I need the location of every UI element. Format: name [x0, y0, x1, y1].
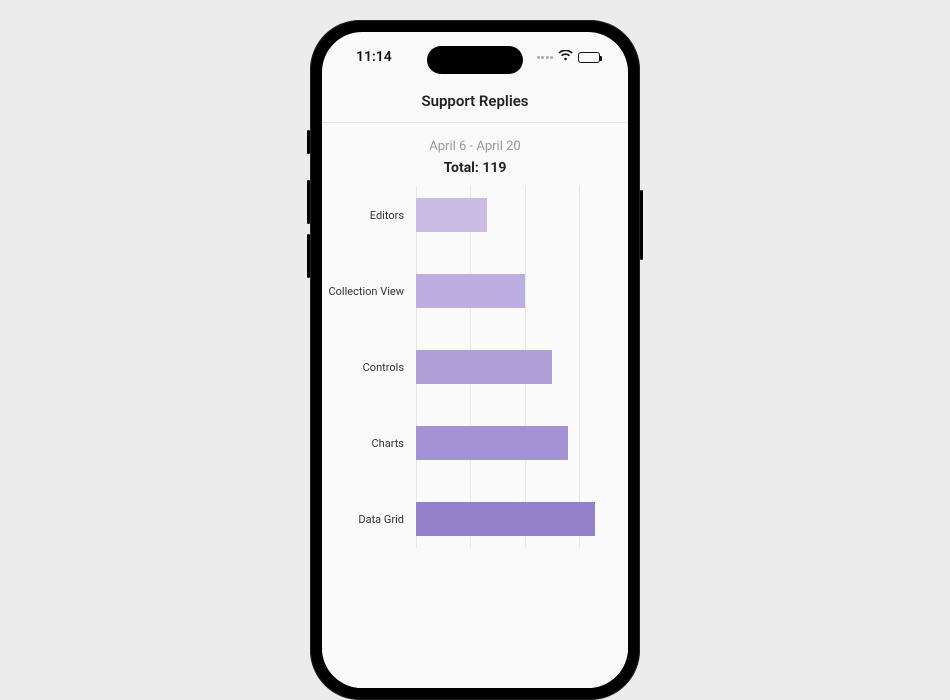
page-title: Support Replies: [322, 82, 628, 123]
chart-plot: Editors Collection View Controls Charts Data…: [416, 198, 606, 536]
chart-row: Editors: [416, 198, 606, 232]
status-time: 11:14: [356, 49, 392, 65]
phone-frame: 11:14 Support Replies April 6 - April 20…: [310, 20, 640, 700]
battery-icon: [578, 52, 600, 63]
chart-bar: [416, 426, 568, 460]
status-right: [537, 49, 601, 65]
category-label: Charts: [328, 437, 410, 450]
category-label: Data Grid: [328, 513, 410, 526]
category-label: Collection View: [328, 285, 410, 298]
power-button: [640, 190, 643, 260]
wifi-icon: [558, 49, 573, 65]
chart-bar: [416, 274, 525, 308]
chart-row: Charts: [416, 426, 606, 460]
volume-up-button: [307, 180, 310, 224]
chart-row: Collection View: [416, 274, 606, 308]
silence-switch: [307, 130, 310, 154]
chart-row: Controls: [416, 350, 606, 384]
chart-row: Data Grid: [416, 502, 606, 536]
chart-bar: [416, 502, 595, 536]
volume-down-button: [307, 234, 310, 278]
dynamic-island: [427, 46, 523, 74]
total-label: Total: 119: [322, 160, 628, 198]
chart-area: Editors Collection View Controls Charts Data…: [322, 198, 628, 536]
chart-bar: [416, 350, 552, 384]
chart-bar: [416, 198, 487, 232]
app-content: Support Replies April 6 - April 20 Total…: [322, 82, 628, 688]
category-label: Controls: [328, 361, 410, 374]
phone-screen: 11:14 Support Replies April 6 - April 20…: [322, 32, 628, 688]
cellular-icon: [537, 56, 554, 59]
date-range-label: April 6 - April 20: [322, 123, 628, 160]
category-label: Editors: [328, 209, 410, 222]
